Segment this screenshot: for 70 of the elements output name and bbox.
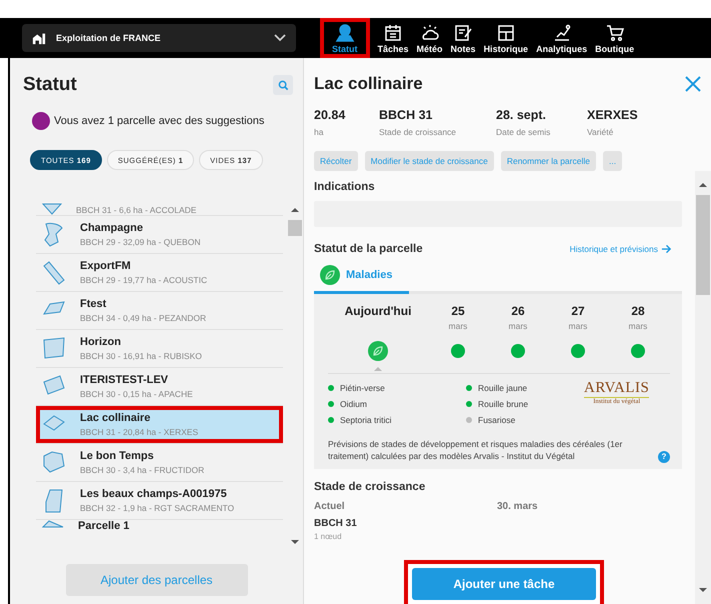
layout-icon: [496, 22, 516, 42]
parcel-item[interactable]: Horizon BBCH 30 - 16,91 ha - RUBISKO: [36, 330, 284, 368]
parcel-item[interactable]: Ftest BBCH 34 - 0,49 ha - PEZANDOR: [36, 292, 284, 330]
section-title: Indications: [314, 181, 376, 193]
close-icon[interactable]: [685, 76, 701, 92]
stat-label: ha: [314, 127, 324, 137]
nav-tab[interactable]: Notes: [446, 18, 480, 58]
note-icon: [453, 22, 474, 42]
map-pin-icon: [334, 22, 355, 42]
parcel-item[interactable]: Le bon Temps BBCH 30 - 3,4 ha - FRUCTIDOR: [36, 444, 284, 482]
parcel-item[interactable]: Lac collinaire BBCH 31 - 20,84 ha - XERXES: [36, 406, 284, 444]
stat-label: Date de semis: [496, 127, 552, 137]
growth-description: 1 nœud: [314, 532, 343, 541]
field-shape-icon: [42, 450, 66, 476]
stat-label: Variété: [587, 127, 614, 137]
field-shape-icon: [42, 520, 64, 528]
suggestion-text: Vous avez 1 parcelle avec des suggestions: [54, 115, 264, 127]
field-shape-icon: [42, 336, 66, 362]
nav-tab[interactable]: Historique: [480, 18, 532, 58]
month-label: mars: [568, 321, 588, 333]
month-label: mars: [508, 321, 528, 333]
day-label: 28: [631, 304, 645, 318]
growth-stage: BBCH 31: [314, 518, 358, 529]
arrow-right-icon: [661, 244, 672, 254]
panel-title: Statut: [23, 74, 77, 96]
nav-tab[interactable]: Analytiques: [532, 18, 592, 58]
farm-selector[interactable]: Exploitation de FRANCE: [22, 24, 296, 52]
field-shape-icon: [42, 260, 66, 286]
month-label: mars: [448, 321, 468, 333]
search-button[interactable]: [273, 75, 293, 95]
day-label: 25: [451, 304, 465, 318]
nav-tab[interactable]: Tâches: [374, 18, 413, 58]
cart-icon: [604, 22, 625, 42]
weather-icon: [420, 22, 440, 42]
nav-tab[interactable]: Boutique: [591, 18, 638, 58]
field-shape-icon: [42, 203, 62, 215]
nav-tab[interactable]: Météo: [412, 18, 447, 58]
search-icon: [278, 80, 288, 90]
parcel-item[interactable]: Parcelle 1: [36, 520, 284, 540]
disease-name: Septoria tritici: [340, 415, 392, 425]
section-title: Statut de la parcelle: [314, 243, 423, 255]
month-label: mars: [628, 321, 648, 333]
day-label: Aujourd'hui: [344, 304, 412, 318]
disease-name: Oidium: [340, 399, 367, 409]
scrollbar[interactable]: [695, 171, 711, 604]
stat-label: Stade de croissance: [379, 127, 458, 137]
leaf-icon: [320, 265, 340, 285]
stat-value: BBCH 31: [379, 108, 434, 122]
disease-name: Rouille brune: [478, 399, 528, 409]
day-label: 26: [511, 304, 525, 318]
growth-heading: 30. mars: [497, 500, 539, 512]
parcel-item[interactable]: Champagne BBCH 29 - 32,09 ha - QUEBON: [36, 216, 284, 254]
farm-icon: [32, 31, 46, 45]
suggestion-dot: [32, 112, 50, 130]
parcel-item[interactable]: Les beaux champs-A001975 BBCH 32 - 1,9 ha - RGT SACRAMENTO: [36, 482, 284, 520]
forecast-note: Prévisions de stades de développement et risques maladies des céréales (1er traitement) calculées par des modèles Arvalis - Institut du Végétal: [328, 438, 624, 463]
stat-value: 20.84: [314, 108, 346, 122]
parcel-title: Lac collinaire: [314, 74, 423, 94]
stat-value: 28. sept.: [496, 108, 548, 122]
growth-heading: Actuel: [314, 500, 346, 512]
day-label: 27: [571, 304, 585, 318]
chevron-down-icon: [274, 34, 286, 42]
nav-tab[interactable]: Statut: [320, 18, 370, 58]
calendar-icon: [383, 22, 404, 42]
disease-name: Rouille jaune: [478, 383, 528, 393]
disease-name: Fusariose: [478, 415, 516, 425]
parcel-item[interactable]: ExportFM BBCH 29 - 19,77 ha - ACOUSTIC: [36, 254, 284, 292]
section-title: Stade de croissance: [314, 480, 426, 493]
disease-name: Piétin-verse: [340, 383, 385, 393]
stat-value: XERXES: [587, 108, 638, 122]
